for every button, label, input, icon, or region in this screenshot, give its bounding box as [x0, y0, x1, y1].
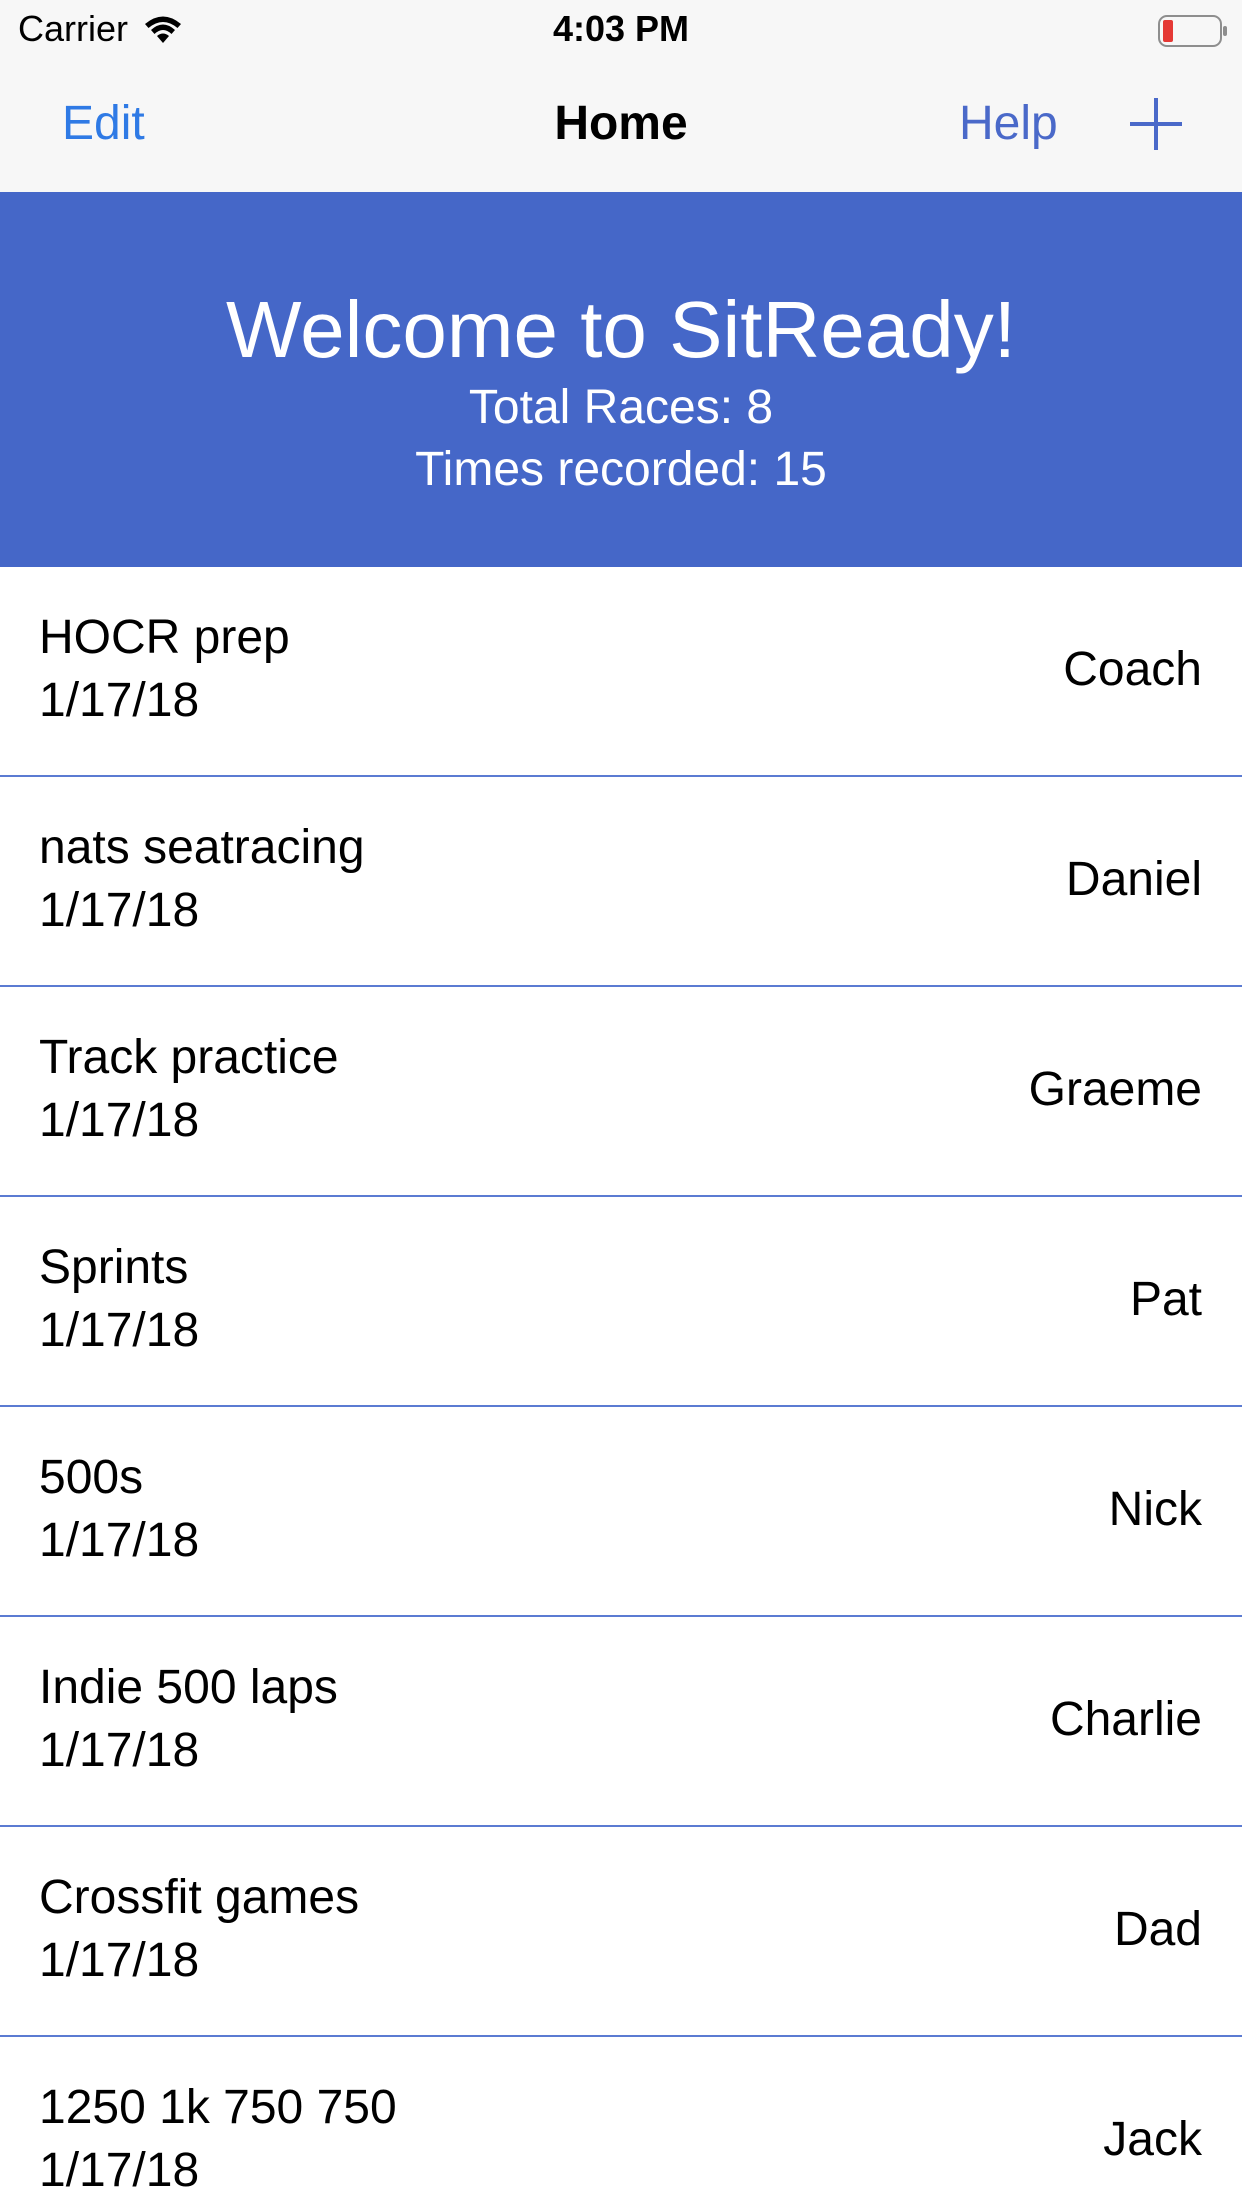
race-row[interactable]: Indie 500 laps 1/17/18 Charlie: [0, 1617, 1242, 1827]
race-name: 500s: [39, 1451, 144, 1504]
race-date: 1/17/18: [39, 674, 200, 727]
race-owner: Charlie: [1049, 1693, 1202, 1746]
race-name: Indie 500 laps: [39, 1661, 338, 1714]
race-date: 1/17/18: [39, 1724, 200, 1777]
race-row[interactable]: nats seatracing 1/17/18 Daniel: [0, 777, 1242, 987]
welcome-banner: Welcome to SitReady! Total Races: 8 Time…: [0, 192, 1242, 567]
race-name: nats seatracing: [39, 821, 365, 874]
race-date: 1/17/18: [39, 2144, 200, 2197]
race-owner: Coach: [1063, 643, 1202, 696]
race-row[interactable]: 1250 1k 750 750 1/17/18 Jack: [0, 2037, 1242, 2208]
total-races-label: Total Races: 8: [468, 381, 774, 434]
race-date: 1/17/18: [39, 1094, 200, 1147]
race-name: Sprints: [39, 1241, 189, 1294]
race-list: HOCR prep 1/17/18 Coach nats seatracing …: [0, 567, 1242, 2208]
race-owner: Pat: [1129, 1273, 1202, 1326]
race-row[interactable]: HOCR prep 1/17/18 Coach: [0, 567, 1242, 777]
race-owner: Nick: [1108, 1483, 1202, 1536]
race-row[interactable]: Track practice 1/17/18 Graeme: [0, 987, 1242, 1197]
plus-icon[interactable]: [1128, 96, 1184, 152]
battery-low-icon: [1158, 15, 1227, 47]
race-owner: Dad: [1113, 1903, 1202, 1956]
welcome-title: Welcome to SitReady!: [226, 285, 1016, 374]
race-name: 1250 1k 750 750: [39, 2081, 397, 2134]
race-row[interactable]: 500s 1/17/18 Nick: [0, 1407, 1242, 1617]
status-time: 4:03 PM: [552, 8, 690, 49]
race-date: 1/17/18: [39, 1514, 200, 1567]
times-recorded-label: Times recorded: 15: [415, 443, 827, 496]
race-row[interactable]: Sprints 1/17/18 Pat: [0, 1197, 1242, 1407]
race-name: Track practice: [39, 1031, 339, 1084]
race-owner: Graeme: [1028, 1063, 1202, 1116]
race-date: 1/17/18: [39, 1304, 200, 1357]
navigation-bar: Edit Home Help: [0, 60, 1242, 193]
status-bar: Carrier 4:03 PM: [0, 0, 1242, 60]
race-name: HOCR prep: [39, 611, 290, 664]
race-date: 1/17/18: [39, 884, 200, 937]
race-owner: Daniel: [1065, 853, 1202, 906]
race-name: Crossfit games: [39, 1871, 360, 1924]
race-owner: Jack: [1103, 2113, 1202, 2166]
race-date: 1/17/18: [39, 1934, 200, 1987]
help-button[interactable]: Help: [959, 96, 1058, 151]
edit-button[interactable]: Edit: [62, 96, 145, 151]
race-row[interactable]: Crossfit games 1/17/18 Dad: [0, 1827, 1242, 2037]
